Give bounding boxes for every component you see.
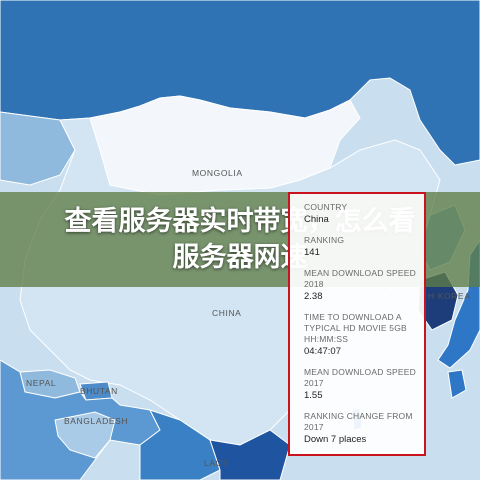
info-label: MEAN DOWNLOAD SPEED 2018 (304, 268, 416, 289)
label-mongolia: MONGOLIA (192, 168, 243, 178)
info-item-ranking: RANKING 141 (304, 235, 424, 259)
info-item-speed-2018: MEAN DOWNLOAD SPEED 2018 2.38 (304, 268, 424, 303)
info-item-ranking-change: RANKING CHANGE FROM 2017 Down 7 places (304, 411, 424, 446)
label-china: CHINA (212, 308, 241, 318)
label-bangladesh: BANGLADESH (64, 416, 128, 426)
info-item-download-time: TIME TO DOWNLOAD A TYPICAL HD MOVIE 5GB … (304, 312, 424, 358)
info-label: TIME TO DOWNLOAD A TYPICAL HD MOVIE 5GB … (304, 312, 407, 344)
country-info-tooltip: COUNTRY China RANKING 141 MEAN DOWNLOAD … (288, 192, 426, 456)
label-laos: LAOS (204, 458, 229, 468)
label-south-korea: H KOREA (428, 291, 470, 301)
info-label: MEAN DOWNLOAD SPEED 2017 (304, 367, 416, 388)
info-label: COUNTRY (304, 202, 348, 212)
label-nepal: NEPAL (26, 378, 56, 388)
info-value: Down 7 places (304, 434, 367, 445)
info-item-country: COUNTRY China (304, 202, 424, 226)
info-label: RANKING CHANGE FROM 2017 (304, 411, 413, 432)
info-item-speed-2017: MEAN DOWNLOAD SPEED 2017 1.55 (304, 367, 424, 402)
info-value: 1.55 (304, 390, 323, 401)
info-value: 141 (304, 247, 320, 258)
info-value: 04:47:07 (304, 346, 341, 357)
label-bhutan: BHUTAN (80, 386, 118, 396)
info-value: China (304, 214, 329, 225)
info-value: 2.38 (304, 291, 323, 302)
info-label: RANKING (304, 235, 345, 245)
